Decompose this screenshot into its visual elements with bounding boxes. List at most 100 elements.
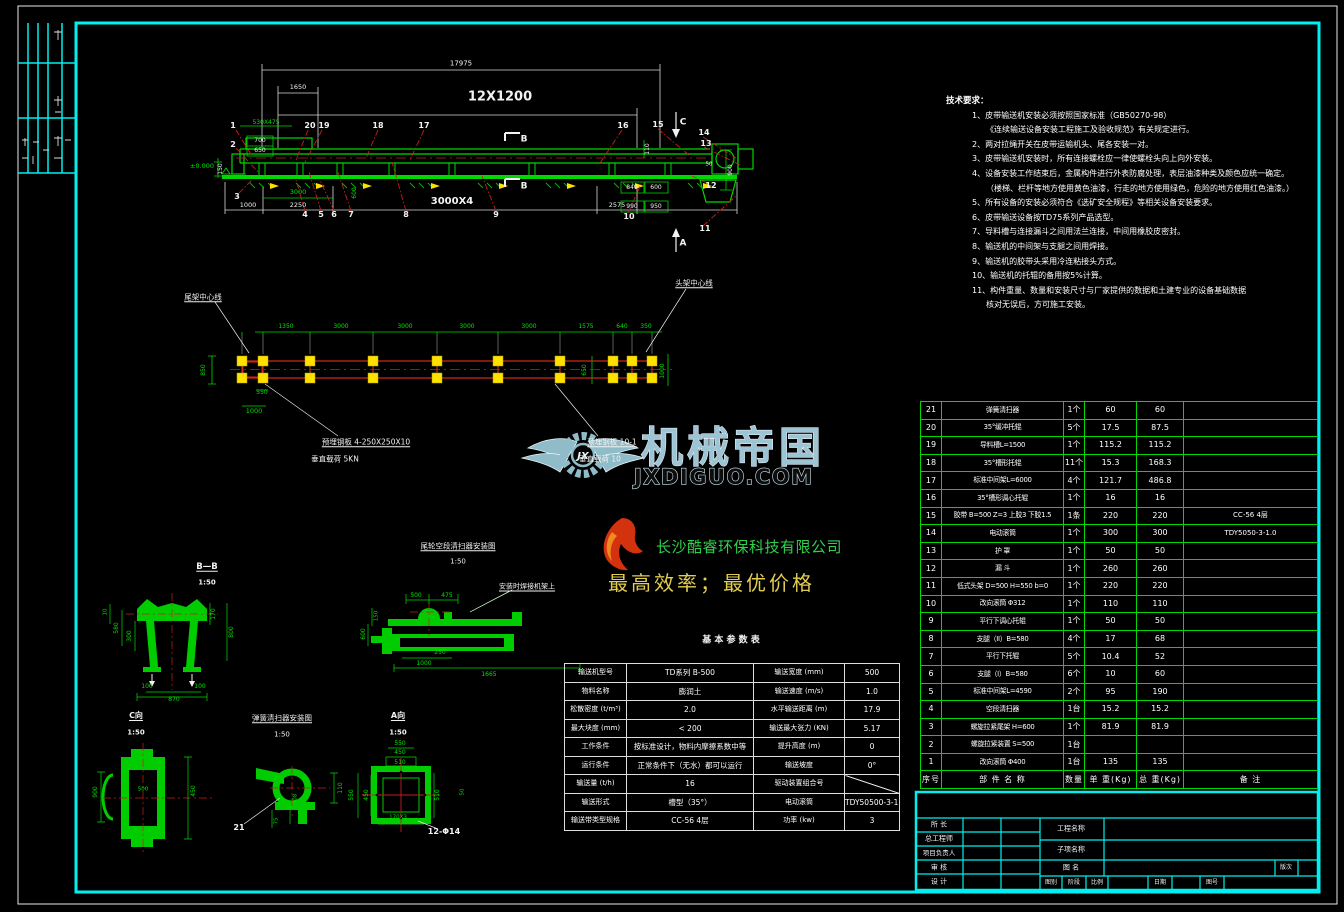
titleblock-label: 总工程师 (925, 834, 953, 843)
note: 垂直载荷 10 (579, 454, 621, 464)
titleblock-label: 阶段 (1067, 879, 1081, 886)
bom-cell: 95 (1084, 682, 1137, 702)
tech-requirement-line: 9、输送机的胶带头采用冷连粘接头方式。 (972, 256, 1122, 266)
titleblock-label: 版次 (1279, 864, 1293, 871)
dim-label: 1:50 (274, 730, 290, 739)
dim-label: 170X3 (389, 814, 407, 821)
bom-row: 15 胶带 B=500 Z=3 上胶3 下胶1.5 1条 220 220 CC-56 4层 (920, 506, 1318, 526)
dim-label: 17975 (449, 59, 473, 68)
bom-cell: 1台 (1063, 752, 1085, 772)
bom-cell: 110 (1084, 594, 1137, 614)
bom-cell: 220 (1084, 506, 1137, 526)
bom-cell: 135 (1084, 752, 1137, 772)
dim-label: 900 (92, 786, 99, 798)
dim-label: 75 (273, 817, 280, 825)
bom-cell: 11 (920, 576, 942, 596)
bom-cell: 4个 (1063, 629, 1085, 649)
dim-label: C向 (129, 711, 143, 720)
part-name: 支腿（II）B=580 (941, 629, 1064, 649)
bom-cell (1183, 453, 1318, 473)
tech-requirement-line: 3、皮带输送机安装时，所有连接螺栓应一律使螺栓头向上向外安装。 (972, 154, 1218, 164)
dim-label: 1650 (289, 82, 307, 91)
dim-label: 3000 (459, 323, 475, 330)
param-value: < 200 (626, 718, 754, 738)
dim-label: 700 (254, 137, 266, 144)
titleblock-label: 图别 (1044, 879, 1058, 886)
note: 预埋钢板 4-250X250X10 (321, 437, 411, 447)
dim-label: 650 (254, 147, 266, 154)
dim-label: ±0.000 (189, 161, 215, 170)
balloon: 19 (318, 121, 330, 130)
dim-label: 1000 (245, 406, 263, 415)
dim-label: 900 (727, 164, 734, 176)
dim-label: 150 (217, 163, 224, 175)
bom-header-cell: 数量 (1063, 770, 1085, 790)
dim-label: 1575 (578, 323, 594, 330)
param-value: 0° (844, 755, 900, 775)
dim-label: 110 (337, 782, 344, 794)
dim-label: 3000 (289, 187, 307, 196)
balloon: 12 (705, 181, 717, 190)
dim-label: 1350 (278, 323, 294, 330)
param-row: 输送带类型规格 CC-56 4层 功率 (kw) 3 (564, 811, 900, 831)
bom-cell: 50 (1136, 541, 1184, 561)
technical-requirements: 技术要求： 1、皮带输送机安装必须按照国家标准（GB50270-98） 《连续输送设… (946, 94, 1294, 313)
bom-cell: 1个 (1063, 559, 1085, 578)
signoff-text-marks (22, 30, 71, 164)
bom-cell: 5个 (1063, 418, 1085, 438)
bom-cell: 1个 (1063, 524, 1085, 543)
bom-cell: 8 (920, 629, 942, 649)
param-row: 松散密度 (t/m³) 2.0 水平输送距离 (m) 17.9 (564, 700, 900, 720)
bom-cell: 50 (1084, 541, 1137, 561)
bom-cell: 18 (920, 453, 942, 473)
bom-row: 11 低式头架 D=500 H=550 b=0 1个 220 220 (920, 576, 1318, 596)
bom-cell: 190 (1136, 682, 1184, 702)
bom-cell: 13 (920, 541, 942, 561)
section-arrow-a (672, 228, 680, 237)
balloon: 11 (699, 224, 711, 233)
bom-cell: 50 (1136, 612, 1184, 631)
bom-row: 7 平行下托辊 5个 10.4 52 (920, 647, 1318, 666)
bom-cell (1183, 647, 1318, 666)
dim-label: 1665 (481, 671, 497, 678)
bom-cell: 1台 (1063, 700, 1085, 719)
dim-label: 弹簧清扫器安装图 (252, 713, 312, 723)
titleblock-label: 设 计 (930, 877, 948, 886)
balloon: 4 (302, 210, 308, 219)
tech-requirement-line: 核对无误后，方可施工安装。 (986, 300, 1090, 310)
dim-label: 尾轮空段清扫器安装图 (420, 541, 496, 551)
bom-cell: 15.2 (1136, 700, 1184, 719)
dim-label: 510 (434, 789, 441, 801)
dim-label: 1000 (416, 660, 432, 667)
param-row: 最大块度 (mm) < 200 输送最大张力 (KN) 5.17 (564, 718, 900, 738)
dim-label: 300 (126, 630, 133, 642)
dim-label: 500 (137, 786, 149, 793)
bom-cell: 300 (1136, 524, 1184, 543)
part-name: 支腿（I）B=580 (941, 664, 1064, 684)
part-name: 改向滚筒 Φ312 (941, 594, 1064, 614)
watermark-domain: JXDIGUO.COM (632, 465, 814, 489)
dim-label: A向 (390, 711, 406, 720)
bom-header-cell: 备 注 (1183, 770, 1318, 790)
bom-cell (1183, 436, 1318, 455)
param-row: 输送机型号 TD系列 B-500 输送宽度 (mm) 500 (564, 663, 900, 683)
part-name: 平行下托辊 (941, 647, 1064, 666)
bom-cell: CC-56 4层 (1183, 506, 1318, 526)
balloon: 18 (372, 121, 384, 130)
bom-cell: 1个 (1063, 541, 1085, 561)
part-name: 导料槽L=1500 (941, 436, 1064, 455)
dim-label: 870 (168, 696, 180, 703)
bom-cell (1183, 612, 1318, 631)
bom-cell: 135 (1136, 752, 1184, 772)
dim-label: 110 (644, 143, 651, 155)
bom-cell: 11个 (1063, 453, 1085, 473)
dim-label: 990 (626, 203, 638, 210)
param-row: 输送形式 槽型（35°） 电动滚筒 TDY50500-3-1.0 (564, 792, 900, 812)
dim-label: 580 (113, 622, 120, 634)
part-name: 低式头架 D=500 H=550 b=0 (941, 576, 1064, 596)
parameters-table: 输送机型号 TD系列 B-500 输送宽度 (mm) 500 物料名称 膨润土 输送速度 (… (564, 663, 900, 831)
bom-cell (1183, 700, 1318, 719)
bom-cell: 300 (1084, 524, 1137, 543)
bom-cell: 19 (920, 436, 942, 455)
bom-header-cell: 单 重(Kg) (1084, 770, 1137, 790)
